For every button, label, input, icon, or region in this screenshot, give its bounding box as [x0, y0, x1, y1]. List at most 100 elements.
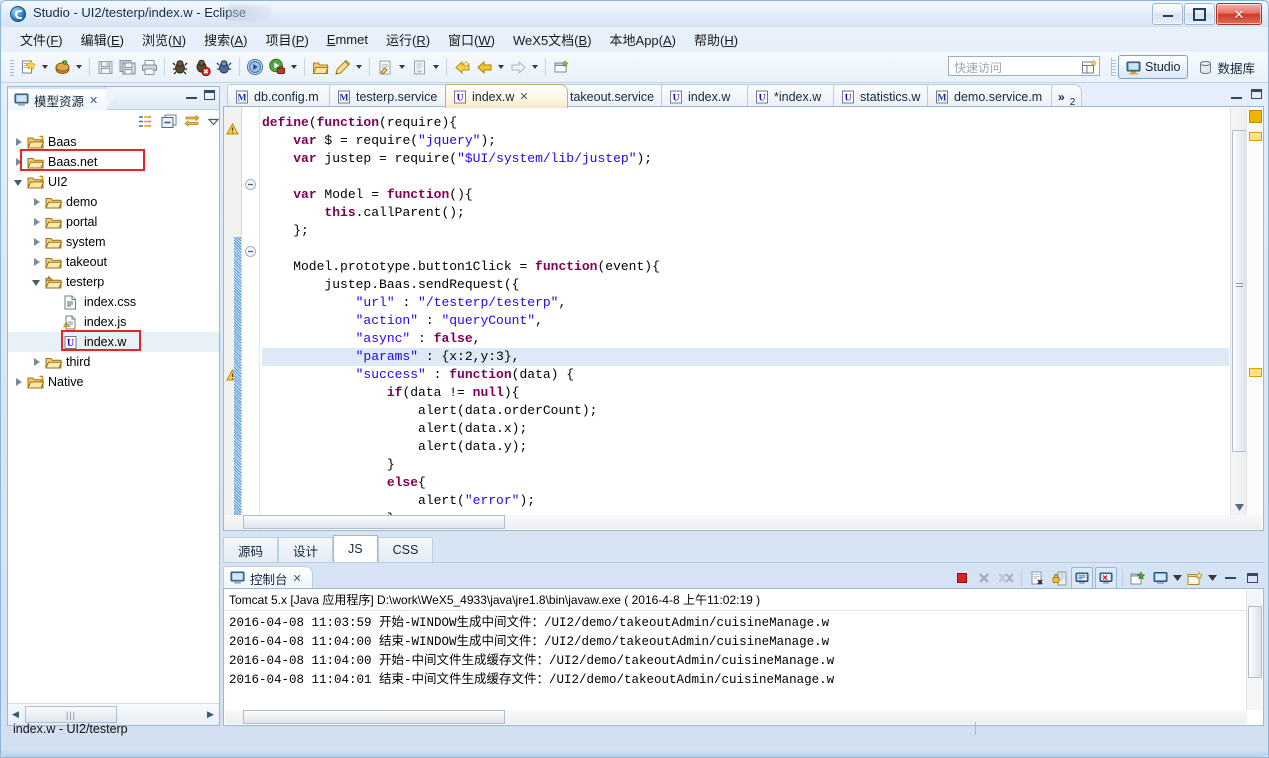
save-icon[interactable]: [94, 56, 116, 78]
console-vscrollbar[interactable]: [1246, 590, 1262, 710]
terminate-icon[interactable]: [952, 568, 972, 588]
next-dropdown[interactable]: [529, 56, 541, 78]
tree-item-takeout[interactable]: takeout: [8, 252, 219, 272]
package-icon[interactable]: [51, 56, 73, 78]
chevron-closed-icon[interactable]: [32, 237, 43, 248]
chevron-open-icon[interactable]: [14, 177, 25, 188]
tree-item-baas-net[interactable]: Baas.net: [8, 152, 219, 172]
code-content[interactable]: define(function(require){ var $ = requir…: [262, 114, 1229, 516]
scroll-lock-icon[interactable]: [1049, 568, 1069, 588]
tree-item-baas[interactable]: Baas: [8, 132, 219, 152]
menu-item-8[interactable]: WeX5文档(B): [504, 27, 601, 52]
warning-marker-icon[interactable]: [226, 123, 239, 136]
mode-tab-JS[interactable]: JS: [333, 535, 378, 562]
tab-console[interactable]: 控制台 ✕: [223, 566, 313, 589]
open-type-icon[interactable]: [309, 56, 331, 78]
editor-fold-column[interactable]: [242, 107, 260, 530]
editor-vscroll-thumb[interactable]: [1232, 130, 1247, 452]
pencil-icon[interactable]: [331, 56, 353, 78]
tree-item-index-w[interactable]: Uindex.w: [8, 332, 219, 352]
mode-tab-源码[interactable]: 源码: [223, 537, 279, 562]
tree-item-system[interactable]: system: [8, 232, 219, 252]
menu-item-0[interactable]: 文件(F): [11, 27, 72, 52]
forward-icon[interactable]: [473, 56, 495, 78]
maximize-button[interactable]: [1184, 3, 1215, 25]
perspective-database[interactable]: 数据库: [1191, 56, 1262, 78]
fold-collapse-icon[interactable]: [245, 179, 256, 190]
run-last-icon[interactable]: [244, 56, 266, 78]
menu-item-9[interactable]: 本地App(A): [601, 27, 685, 52]
previous-edit-icon[interactable]: [408, 56, 430, 78]
scroll-down-icon[interactable]: [1231, 499, 1247, 515]
minimize-icon[interactable]: [1231, 94, 1242, 99]
overview-warning-mark-2[interactable]: [1249, 368, 1262, 377]
editor-hscrollbar[interactable]: [225, 515, 1262, 529]
close-icon[interactable]: ✕: [519, 90, 528, 103]
chevron-closed-icon[interactable]: [14, 137, 25, 148]
editor-overview-ruler[interactable]: [1246, 108, 1262, 515]
remove-all-launches-icon[interactable]: [996, 568, 1016, 588]
package-dropdown[interactable]: [73, 56, 85, 78]
tree-item-index-js[interactable]: index.js: [8, 312, 219, 332]
mode-tab-设计[interactable]: 设计: [278, 537, 334, 562]
ant-build-icon[interactable]: [213, 56, 235, 78]
overview-warning-mark-1[interactable]: [1249, 132, 1262, 141]
clear-console-icon[interactable]: [1027, 568, 1047, 588]
previous-edit-dropdown[interactable]: [430, 56, 442, 78]
menu-item-1[interactable]: 编辑(E): [72, 27, 133, 52]
collapse-all-icon[interactable]: [159, 112, 178, 130]
maximize-icon[interactable]: [1251, 89, 1262, 99]
chevron-closed-icon[interactable]: [32, 357, 43, 368]
menu-item-5[interactable]: Emmet: [318, 29, 377, 50]
close-icon[interactable]: ✕: [293, 572, 302, 585]
mode-tab-CSS[interactable]: CSS: [377, 537, 434, 562]
next-annotation-dropdown[interactable]: [396, 56, 408, 78]
tab-model-explorer[interactable]: 模型资源 ✕: [8, 87, 119, 111]
maximize-icon[interactable]: [204, 90, 215, 100]
back-icon[interactable]: [451, 56, 473, 78]
run-icon[interactable]: [266, 56, 288, 78]
minimize-button[interactable]: [1152, 3, 1183, 25]
menu-item-7[interactable]: 窗口(W): [439, 27, 504, 52]
chevron-closed-icon[interactable]: [32, 217, 43, 228]
display-selected-console-icon[interactable]: [1150, 568, 1170, 588]
menu-item-3[interactable]: 搜索(A): [195, 27, 256, 52]
run-dropdown[interactable]: [288, 56, 300, 78]
tree-item-third[interactable]: third: [8, 352, 219, 372]
chevron-open-icon[interactable]: [32, 277, 43, 288]
explorer-tree[interactable]: Baas Baas.net UI2 demo portal system takeout te…: [8, 132, 219, 703]
save-all-icon[interactable]: [116, 56, 138, 78]
chevron-closed-icon[interactable]: [14, 377, 25, 388]
sync-icon[interactable]: [182, 112, 201, 130]
new-wizard-icon[interactable]: [17, 56, 39, 78]
close-icon[interactable]: ✕: [89, 94, 98, 107]
forward-dropdown[interactable]: [495, 56, 507, 78]
link-with-editor-icon[interactable]: [136, 112, 155, 130]
menu-item-10[interactable]: 帮助(H): [685, 27, 747, 52]
console-vscroll-thumb[interactable]: [1248, 606, 1262, 678]
fold-collapse-icon-2[interactable]: [245, 246, 256, 257]
close-button[interactable]: ✕: [1216, 3, 1262, 25]
debug-ant-error-icon[interactable]: [191, 56, 213, 78]
remove-launch-icon[interactable]: [974, 568, 994, 588]
display-selected-dropdown[interactable]: [1172, 568, 1183, 588]
menu-item-4[interactable]: 项目(P): [256, 27, 317, 52]
new-window-icon[interactable]: [550, 56, 572, 78]
next-icon[interactable]: [507, 56, 529, 78]
tree-item-index-css[interactable]: index.css: [8, 292, 219, 312]
editor-tab-overflow[interactable]: » 2: [1051, 84, 1083, 108]
editor-tab-2[interactable]: Uindex.w ✕: [445, 84, 568, 108]
menu-item-6[interactable]: 运行(R): [377, 27, 439, 52]
print-icon[interactable]: [138, 56, 160, 78]
chevron-closed-icon[interactable]: [14, 157, 25, 168]
view-menu-icon[interactable]: [204, 112, 223, 130]
maximize-icon[interactable]: [1242, 568, 1262, 588]
menu-item-2[interactable]: 浏览(N): [133, 27, 195, 52]
pencil-dropdown[interactable]: [353, 56, 365, 78]
pin-console-icon[interactable]: [1128, 568, 1148, 588]
open-perspective-icon[interactable]: [1074, 56, 1105, 78]
tree-item-native[interactable]: Native: [8, 372, 219, 392]
next-annotation-icon[interactable]: [374, 56, 396, 78]
tree-item-testerp[interactable]: testerp: [8, 272, 219, 292]
show-console-on-output-icon[interactable]: [1071, 567, 1093, 589]
